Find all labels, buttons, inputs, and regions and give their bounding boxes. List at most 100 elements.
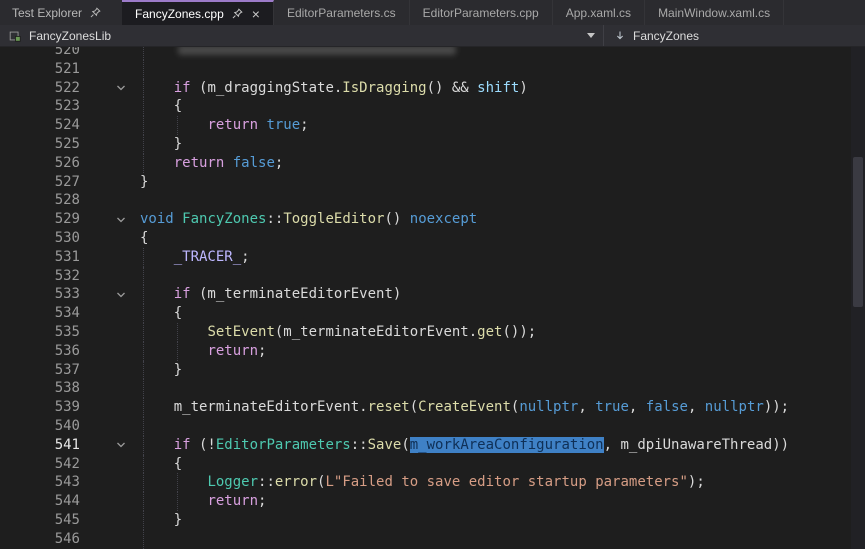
fold-margin	[84, 154, 140, 173]
code-text[interactable]: {	[140, 455, 851, 474]
token: Logger	[207, 474, 258, 490]
code-text[interactable]: }	[140, 135, 851, 154]
tab-editorparameters-cpp[interactable]: EditorParameters.cpp	[410, 0, 553, 25]
fold-margin	[84, 97, 140, 116]
scope-dropdown[interactable]: FancyZones	[604, 25, 707, 46]
project-dropdown[interactable]: FancyZonesLib	[0, 25, 604, 46]
code-line: 525 }	[0, 135, 851, 154]
line-number[interactable]: 520	[0, 47, 84, 60]
line-number[interactable]: 540	[0, 417, 84, 436]
token	[174, 211, 182, 227]
line-number[interactable]: 533	[0, 285, 84, 304]
line-number[interactable]: 521	[0, 60, 84, 79]
line-number[interactable]: 524	[0, 116, 84, 135]
token: (m_terminateEditorEvent.	[275, 324, 477, 340]
document-tabs: FancyZones.cpp×EditorParameters.csEditor…	[122, 0, 784, 25]
line-number[interactable]: 523	[0, 97, 84, 116]
line-number[interactable]: 536	[0, 342, 84, 361]
token: true	[266, 117, 300, 133]
line-number[interactable]: 526	[0, 154, 84, 173]
fold-chevron-icon[interactable]	[84, 285, 140, 304]
code-text[interactable]	[140, 267, 851, 286]
tab-mainwindow-xaml-cs[interactable]: MainWindow.xaml.cs	[645, 0, 784, 25]
code-text[interactable]: }	[140, 361, 851, 380]
fold-margin	[84, 47, 140, 60]
line-number[interactable]: 534	[0, 304, 84, 323]
line-number[interactable]: 535	[0, 323, 84, 342]
token: m_draggingState.	[207, 80, 342, 96]
code-text[interactable]: {	[140, 97, 851, 116]
code-text[interactable]	[140, 47, 851, 60]
token: ());	[502, 324, 536, 340]
token	[140, 117, 207, 133]
code-text[interactable]	[140, 191, 851, 210]
fold-margin	[84, 304, 140, 323]
fold-margin	[84, 191, 140, 210]
line-number[interactable]: 532	[0, 267, 84, 286]
code-text[interactable]: if (m_draggingState.IsDragging() && shif…	[140, 79, 851, 98]
code-text[interactable]: SetEvent(m_terminateEditorEvent.get());	[140, 323, 851, 342]
line-number[interactable]: 542	[0, 455, 84, 474]
code-text[interactable]	[140, 417, 851, 436]
code-text[interactable]: m_terminateEditorEvent.reset(CreateEvent…	[140, 398, 851, 417]
token	[140, 155, 174, 171]
token: error	[275, 474, 317, 490]
token	[224, 155, 232, 171]
code-editor[interactable]: 520521522 if (m_draggingState.IsDragging…	[0, 47, 851, 549]
code-text[interactable]: {	[140, 304, 851, 323]
token: reset	[368, 399, 410, 415]
scrollbar-thumb[interactable]	[853, 157, 863, 307]
code-text[interactable]: return true;	[140, 116, 851, 135]
close-icon[interactable]: ×	[252, 7, 260, 21]
vertical-scrollbar[interactable]	[851, 47, 865, 549]
line-number[interactable]: 537	[0, 361, 84, 380]
line-number[interactable]: 541	[0, 436, 84, 455]
code-text[interactable]: }	[140, 511, 851, 530]
code-text[interactable]: _TRACER_;	[140, 248, 851, 267]
line-number[interactable]: 525	[0, 135, 84, 154]
code-text[interactable]: return;	[140, 342, 851, 361]
code-text[interactable]: }	[140, 173, 851, 192]
line-number[interactable]: 545	[0, 511, 84, 530]
line-number[interactable]: 546	[0, 530, 84, 549]
line-number[interactable]: 530	[0, 229, 84, 248]
token: ::	[266, 211, 283, 227]
fold-chevron-icon[interactable]	[84, 210, 140, 229]
tab-editorparameters-cs[interactable]: EditorParameters.cs	[274, 0, 410, 25]
token: (	[191, 80, 208, 96]
pin-icon[interactable]	[89, 6, 102, 19]
token: {	[140, 305, 182, 321]
token: EditorParameters	[216, 437, 351, 453]
tab-app-xaml-cs[interactable]: App.xaml.cs	[553, 0, 645, 25]
code-text[interactable]: return;	[140, 492, 851, 511]
scope-dropdown-label: FancyZones	[633, 29, 699, 43]
code-text[interactable]	[140, 530, 851, 549]
line-number[interactable]: 538	[0, 379, 84, 398]
code-text[interactable]: void FancyZones::ToggleEditor() noexcept	[140, 210, 851, 229]
code-text[interactable]: if (!EditorParameters::Save(m_workAreaCo…	[140, 436, 851, 455]
pin-icon[interactable]	[231, 7, 244, 20]
line-number[interactable]: 527	[0, 173, 84, 192]
tab-test-explorer[interactable]: Test Explorer	[0, 0, 112, 25]
code-text[interactable]: return false;	[140, 154, 851, 173]
fold-chevron-icon[interactable]	[84, 79, 140, 98]
line-number[interactable]: 544	[0, 492, 84, 511]
code-text[interactable]: {	[140, 229, 851, 248]
line-number[interactable]: 522	[0, 79, 84, 98]
code-text[interactable]	[140, 60, 851, 79]
line-number[interactable]: 529	[0, 210, 84, 229]
indent-guide	[143, 267, 144, 286]
token: if	[174, 437, 191, 453]
code-text[interactable]	[140, 379, 851, 398]
line-number[interactable]: 539	[0, 398, 84, 417]
code-text[interactable]: if (m_terminateEditorEvent)	[140, 285, 851, 304]
line-number[interactable]: 531	[0, 248, 84, 267]
line-number[interactable]: 543	[0, 473, 84, 492]
indent-guide	[143, 530, 144, 549]
code-line: 534 {	[0, 304, 851, 323]
line-number[interactable]: 528	[0, 191, 84, 210]
code-text[interactable]: Logger::error(L"Failed to save editor st…	[140, 473, 851, 492]
tab-fancyzones-cpp[interactable]: FancyZones.cpp×	[122, 0, 274, 25]
blurred-text	[178, 47, 456, 55]
fold-chevron-icon[interactable]	[84, 436, 140, 455]
